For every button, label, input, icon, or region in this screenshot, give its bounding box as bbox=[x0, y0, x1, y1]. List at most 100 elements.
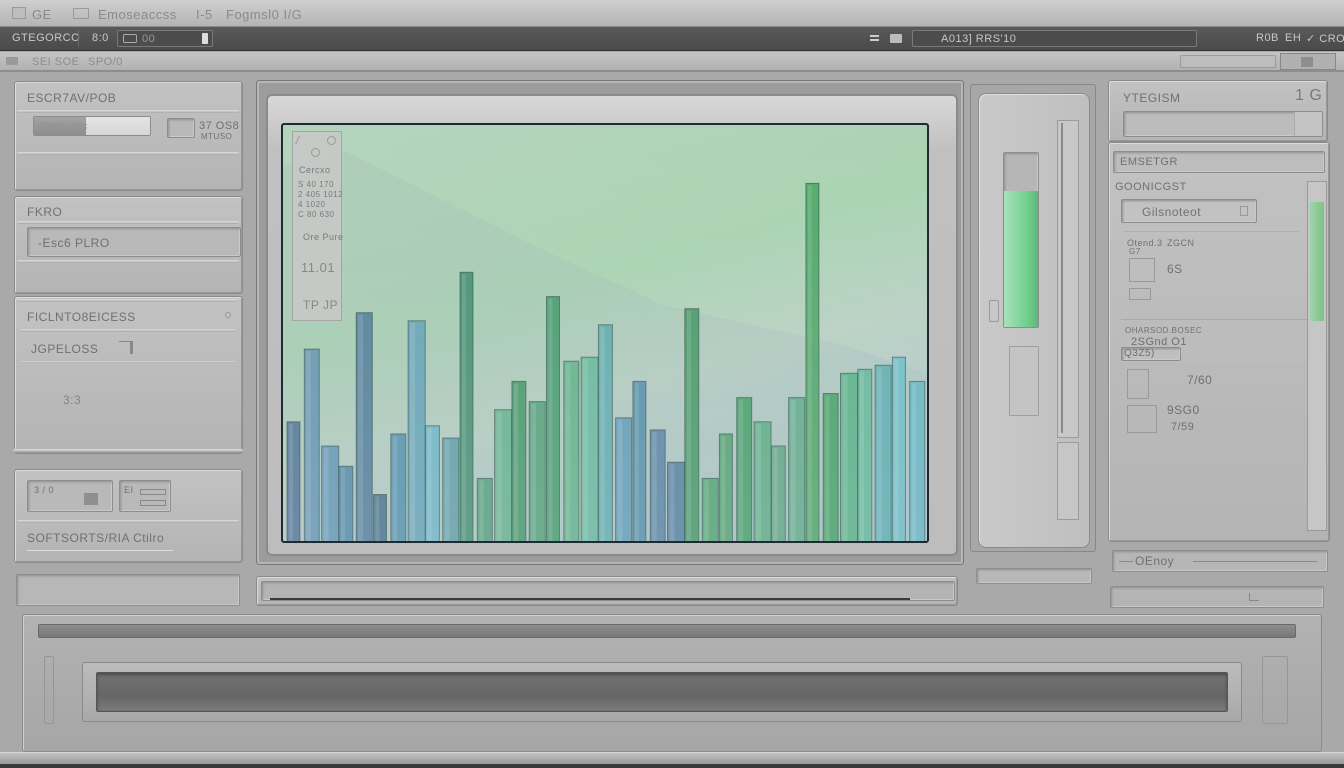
info-icon[interactable] bbox=[225, 312, 231, 318]
mini-widget-a-label: 3 / 0 bbox=[34, 485, 55, 495]
slider-track[interactable] bbox=[140, 489, 166, 495]
progress-bar: Deessecc bbox=[33, 116, 151, 136]
left-footer-field[interactable] bbox=[16, 574, 240, 606]
page-icon bbox=[6, 57, 18, 65]
inbox-icon[interactable] bbox=[890, 34, 902, 43]
card-2-tag[interactable]: Q3Z5) bbox=[1121, 347, 1181, 361]
right-panel-main: EMSETGR GOONICGST Gilsnoteot Otend.3 G7 … bbox=[1108, 142, 1330, 542]
right-footer-field[interactable]: OEnoy bbox=[1112, 550, 1328, 572]
slider-track[interactable] bbox=[140, 500, 166, 506]
divider bbox=[17, 152, 239, 155]
app-icon bbox=[12, 7, 26, 19]
home-icon bbox=[1249, 593, 1259, 601]
chart-icon bbox=[1129, 258, 1155, 282]
square-icon bbox=[1301, 57, 1313, 67]
chart-legend-panel: Cercxo S 40 170 2 405 1012 4 1020 C 80 6… bbox=[292, 131, 344, 321]
right-panel-input[interactable] bbox=[1123, 111, 1323, 137]
right-panel-scrollbar[interactable] bbox=[1307, 181, 1327, 531]
dropdown-icon bbox=[1240, 206, 1248, 216]
meter-fill bbox=[1004, 191, 1038, 327]
divider bbox=[17, 299, 239, 302]
mini-widget-a[interactable]: 3 / 0 bbox=[27, 480, 113, 512]
divider bbox=[21, 329, 235, 332]
right-footer-label: OEnoy bbox=[1135, 554, 1175, 568]
card-title: OHARSOD.BOSEC bbox=[1125, 326, 1203, 335]
value-box[interactable] bbox=[167, 118, 195, 138]
title-bar: GE Emoseaccss I-5 Fogmsl0 I/G bbox=[0, 0, 1344, 27]
divider bbox=[21, 361, 235, 363]
window-title: Emoseaccss bbox=[98, 7, 177, 22]
bottom-right-handle[interactable] bbox=[1262, 656, 1288, 724]
underline bbox=[27, 550, 173, 551]
meter-toggle[interactable] bbox=[989, 300, 999, 322]
bottom-status-strip bbox=[38, 624, 1296, 638]
right-panel-tab-label: EMSETGR bbox=[1120, 156, 1178, 168]
pencil-icon[interactable] bbox=[295, 136, 309, 144]
toolbar-search-field[interactable]: A013] RRS'10 bbox=[912, 30, 1197, 47]
table-icon bbox=[1129, 288, 1151, 300]
right-panel-header: YTEGISM 1 G bbox=[1108, 80, 1328, 142]
toolbar-divider bbox=[78, 30, 79, 47]
card-value: 9SG0 bbox=[1167, 403, 1200, 417]
clock-icon[interactable] bbox=[327, 136, 336, 145]
toolbar-field[interactable]: 00 bbox=[117, 30, 213, 47]
card-value: 6S bbox=[1167, 262, 1183, 276]
toggle-switch[interactable] bbox=[119, 341, 133, 354]
panel-header: FKRO bbox=[27, 205, 63, 219]
value-bottom: MTUSO bbox=[201, 132, 233, 141]
panel-icon bbox=[1127, 405, 1157, 433]
divider bbox=[17, 260, 239, 263]
toolbar-search-value: A013] RRS'10 bbox=[941, 33, 1017, 45]
toolbar-right-label-3[interactable]: ✓ CRON bbox=[1306, 32, 1344, 45]
toolbar-field-value: 00 bbox=[142, 33, 156, 45]
right-panel-title: YTEGISM bbox=[1123, 91, 1181, 105]
chart-display: Cercxo S 40 170 2 405 1012 4 1020 C 80 6… bbox=[281, 123, 929, 543]
card-sub: G7 bbox=[1129, 247, 1141, 256]
meter-field[interactable] bbox=[976, 568, 1092, 584]
meter-track-line bbox=[1061, 123, 1063, 433]
legend-row: 2 405 1012 bbox=[298, 190, 344, 199]
mini-widget-b[interactable]: EI bbox=[119, 480, 171, 512]
toolbar: GTEGORCO 8:0 00 A013] RRS'10 R0B EH ✓ CR… bbox=[0, 27, 1344, 51]
panel-header: FICLNTO8EICESS bbox=[27, 310, 136, 324]
card-unit: ZGCN bbox=[1167, 238, 1195, 248]
text-field[interactable]: -Esc6 PLRO bbox=[27, 227, 241, 257]
toolbar-label[interactable]: GTEGORCO bbox=[12, 32, 80, 44]
dropdown-select[interactable]: Gilsnoteot bbox=[1121, 199, 1257, 223]
list-icon[interactable] bbox=[870, 35, 879, 41]
field-line bbox=[1193, 561, 1317, 562]
legend-row: S 40 170 bbox=[298, 180, 335, 189]
address-label-b[interactable]: SPO/0 bbox=[88, 56, 123, 68]
toolbar-right-label-2[interactable]: EH bbox=[1285, 32, 1301, 44]
mini-widget-b-label: EI bbox=[124, 485, 134, 495]
meter-panel-lower bbox=[1009, 346, 1039, 416]
trash-icon[interactable] bbox=[202, 33, 208, 44]
toolbar-right-label-1[interactable]: R0B bbox=[1256, 32, 1279, 44]
card-1: Otend.3 G7 ZGCN 6S bbox=[1123, 231, 1299, 319]
toolbar-button-a[interactable]: 8:0 bbox=[92, 32, 109, 44]
right-footer-action[interactable] bbox=[1110, 586, 1324, 608]
text-field-value: -Esc6 PLRO bbox=[38, 236, 110, 250]
device-icon bbox=[123, 34, 137, 43]
title-right: Fogmsl0 I/G bbox=[226, 7, 303, 22]
bottom-left-handle[interactable] bbox=[44, 656, 54, 724]
panel-header: ESCR7AV/POB bbox=[27, 91, 117, 105]
horizontal-scrollbar[interactable] bbox=[261, 581, 955, 601]
scrollbar-thumb[interactable] bbox=[270, 598, 910, 600]
meter-track[interactable] bbox=[1057, 120, 1079, 438]
legend-row: 4 1020 bbox=[298, 200, 326, 209]
right-panel-tab[interactable]: EMSETGR bbox=[1113, 151, 1325, 173]
address-go-button[interactable] bbox=[1280, 53, 1336, 70]
bottom-input-slot[interactable] bbox=[96, 672, 1228, 712]
left-panel-options: FICLNTO8EICESS JGPELOSS 3:3 bbox=[13, 296, 243, 454]
address-label-a[interactable]: SEI SOE bbox=[32, 56, 80, 68]
meter-lower-slot[interactable] bbox=[1057, 442, 1079, 520]
bottom-edge bbox=[0, 764, 1344, 768]
scrollbar-thumb[interactable] bbox=[1310, 202, 1324, 321]
legend-foot: TP JP bbox=[303, 298, 338, 312]
right-panel-input-button[interactable] bbox=[1294, 112, 1322, 136]
title-left: GE bbox=[32, 7, 52, 22]
refresh-icon[interactable] bbox=[311, 148, 320, 157]
bar-chart bbox=[283, 125, 927, 541]
address-field[interactable] bbox=[1180, 55, 1276, 68]
